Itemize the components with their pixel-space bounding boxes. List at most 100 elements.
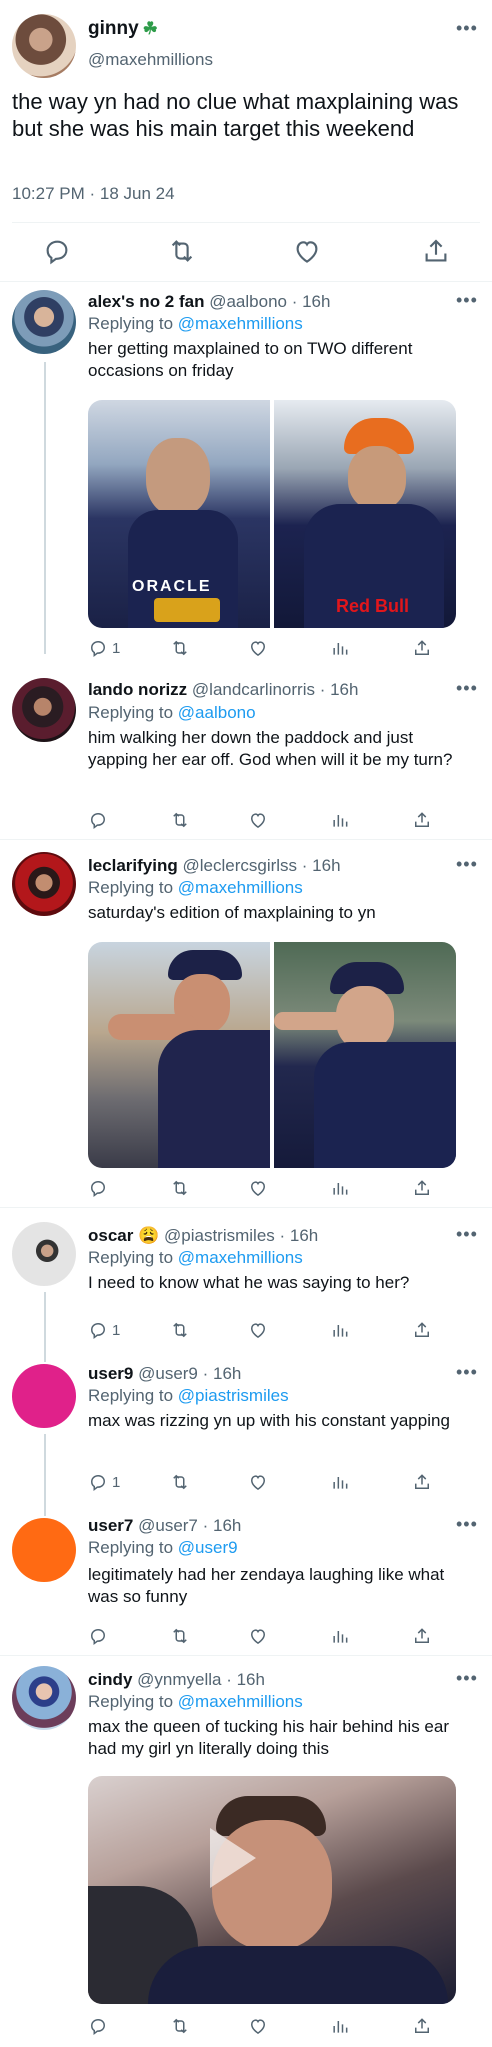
tweet-timestamp[interactable]: 10:27 PM · 18 Jun 24	[12, 184, 175, 204]
media-image[interactable]	[88, 942, 270, 1168]
like-button[interactable]	[248, 2014, 268, 2038]
author-handle[interactable]: @landcarlinorris · 16h	[192, 680, 359, 699]
author-handle[interactable]: @ynmyella · 16h	[137, 1670, 265, 1689]
reply-button[interactable]: 1	[88, 636, 120, 660]
more-icon[interactable]: •••	[456, 290, 478, 311]
views-button[interactable]	[330, 1176, 350, 1200]
author-handle[interactable]: @user7 · 16h	[138, 1516, 241, 1535]
author-name[interactable]: user9	[88, 1364, 133, 1383]
share-button[interactable]	[412, 1470, 432, 1494]
author-name[interactable]: user7	[88, 1516, 133, 1535]
like-button[interactable]	[248, 636, 268, 660]
heart-icon[interactable]	[292, 236, 322, 266]
avatar[interactable]	[12, 1364, 76, 1428]
retweet-button[interactable]	[170, 1176, 190, 1200]
author-name[interactable]: alex's no 2 fan	[88, 292, 204, 311]
more-icon[interactable]: •••	[456, 1224, 478, 1245]
share-button[interactable]	[412, 1624, 432, 1648]
like-button[interactable]	[248, 1624, 268, 1648]
avatar[interactable]	[12, 1666, 76, 1730]
reply-button[interactable]	[88, 1624, 112, 1648]
retweet-button[interactable]	[170, 1624, 190, 1648]
like-button[interactable]	[248, 1470, 268, 1494]
replying-to-link[interactable]: @maxehmillions	[178, 314, 303, 333]
avatar[interactable]	[12, 678, 76, 742]
media-grid[interactable]: ORACLE Red Bull	[88, 400, 456, 628]
share-icon	[415, 1180, 429, 1195]
replying-to-link[interactable]: @maxehmillions	[178, 878, 303, 897]
replying-to-link[interactable]: @maxehmillions	[178, 1692, 303, 1711]
share-button[interactable]	[412, 1318, 432, 1342]
retweet-button[interactable]	[170, 808, 190, 832]
author-name[interactable]: oscar	[88, 1226, 133, 1245]
reply-button[interactable]: 1	[88, 1318, 120, 1342]
reply-tweet[interactable]: cindy @ynmyella · 16h ••• Replying to @m…	[0, 1656, 492, 2047]
media-image[interactable]	[274, 942, 456, 1168]
media-image[interactable]: ORACLE	[88, 400, 270, 628]
more-icon[interactable]: •••	[456, 18, 478, 39]
reply-tweet[interactable]: oscar 😩 @piastrismiles · 16h ••• Replyin…	[0, 1208, 492, 1356]
views-button[interactable]	[330, 1318, 350, 1342]
share-button[interactable]	[412, 2014, 432, 2038]
reply-icon	[90, 1474, 106, 1492]
avatar[interactable]	[12, 852, 76, 916]
reply-icon[interactable]	[42, 236, 72, 266]
avatar[interactable]	[12, 1518, 76, 1582]
reply-button[interactable]	[88, 2014, 112, 2038]
share-icon[interactable]	[421, 236, 451, 266]
thread-line	[44, 1434, 46, 1508]
views-button[interactable]	[330, 1470, 350, 1494]
views-button[interactable]	[330, 808, 350, 832]
replying-to-link[interactable]: @user9	[178, 1538, 238, 1557]
views-button[interactable]	[330, 1624, 350, 1648]
views-button[interactable]	[330, 2014, 350, 2038]
media-image[interactable]: Red Bull	[274, 400, 456, 628]
media-grid[interactable]	[88, 942, 456, 1168]
retweet-icon	[173, 1474, 187, 1490]
author-handle[interactable]: @user9 · 16h	[138, 1364, 241, 1383]
avatar[interactable]	[12, 290, 76, 354]
author-name[interactable]: lando norizz	[88, 680, 187, 699]
replying-to-link[interactable]: @maxehmillions	[178, 1248, 303, 1267]
author-handle[interactable]: @maxehmillions	[88, 50, 213, 70]
reply-tweet[interactable]: leclarifying @leclercsgirlss · 16h ••• R…	[0, 840, 492, 1208]
retweet-button[interactable]	[170, 1470, 190, 1494]
reply-tweet[interactable]: user9 @user9 · 16h ••• Replying to @pias…	[0, 1356, 492, 1508]
retweet-button[interactable]	[170, 1318, 190, 1342]
author-name[interactable]: ginny	[88, 18, 139, 39]
more-icon[interactable]: •••	[456, 678, 478, 699]
play-icon[interactable]	[210, 1828, 256, 1888]
avatar[interactable]	[12, 14, 76, 78]
more-icon[interactable]: •••	[456, 1514, 478, 1535]
share-button[interactable]	[412, 636, 432, 660]
reply-button[interactable]	[88, 808, 112, 832]
avatar[interactable]	[12, 1222, 76, 1286]
author-handle[interactable]: @piastrismiles · 16h	[164, 1226, 318, 1245]
author-handle[interactable]: @leclercsgirlss · 16h	[183, 856, 341, 875]
more-icon[interactable]: •••	[456, 854, 478, 875]
author-name[interactable]: leclarifying	[88, 856, 178, 875]
share-button[interactable]	[412, 1176, 432, 1200]
reply-button[interactable]	[88, 1176, 112, 1200]
like-button[interactable]	[248, 808, 268, 832]
retweet-button[interactable]	[170, 636, 190, 660]
action-bar: 1	[88, 1470, 429, 1498]
reply-tweet[interactable]: alex's no 2 fan @aalbono · 16h ••• Reply…	[0, 282, 492, 660]
main-tweet[interactable]: ginny ☘ @maxehmillions ••• the way yn had…	[0, 0, 492, 282]
author-handle[interactable]: @aalbono · 16h	[209, 292, 330, 311]
retweet-icon[interactable]	[167, 236, 197, 266]
author-name[interactable]: cindy	[88, 1670, 132, 1689]
more-icon[interactable]: •••	[456, 1668, 478, 1689]
more-icon[interactable]: •••	[456, 1362, 478, 1383]
like-button[interactable]	[248, 1318, 268, 1342]
retweet-button[interactable]	[170, 2014, 190, 2038]
share-button[interactable]	[412, 808, 432, 832]
reply-tweet[interactable]: lando norizz @landcarlinorris · 16h ••• …	[0, 664, 492, 840]
reply-tweet[interactable]: user7 @user7 · 16h ••• Replying to @user…	[0, 1508, 492, 1656]
reply-button[interactable]: 1	[88, 1470, 120, 1494]
like-button[interactable]	[248, 1176, 268, 1200]
views-button[interactable]	[330, 636, 350, 660]
replying-to-link[interactable]: @aalbono	[178, 703, 256, 722]
video-player[interactable]	[88, 1776, 456, 2004]
replying-to-link[interactable]: @piastrismiles	[178, 1386, 289, 1405]
